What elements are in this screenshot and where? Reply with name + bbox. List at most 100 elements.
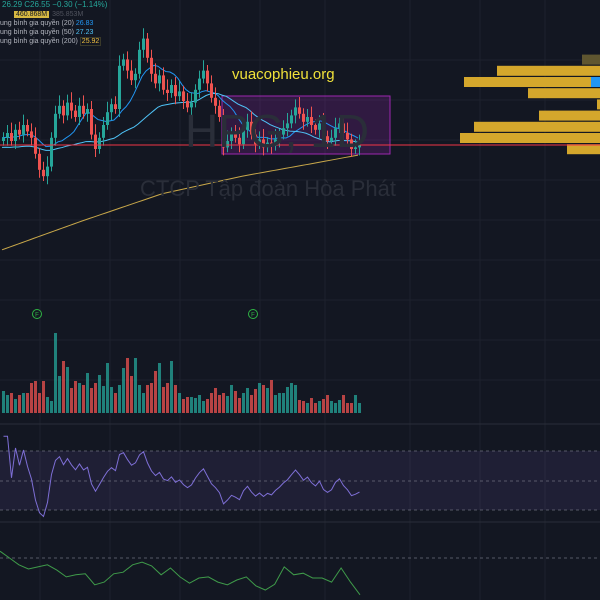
candle-body <box>22 125 25 135</box>
volume-bar <box>194 398 197 413</box>
volume-profile-bar <box>464 77 600 87</box>
volume-bar <box>26 393 29 413</box>
volume-bar <box>70 388 73 413</box>
candle-body <box>70 102 73 111</box>
volume-bar <box>322 399 325 413</box>
brand-text: vuacophieu.org <box>232 66 335 83</box>
candle-body <box>102 125 105 138</box>
volume-bar <box>134 358 137 413</box>
volume-bar <box>338 400 341 413</box>
volume-bar <box>210 393 213 413</box>
volume-bar <box>98 375 101 413</box>
candle-body <box>38 153 41 170</box>
volume-bar <box>242 393 245 413</box>
volume-bar <box>90 388 93 413</box>
volume-bar <box>2 391 5 413</box>
volume-bar <box>298 400 301 413</box>
volume-bar <box>150 383 153 413</box>
volume-bar <box>158 363 161 413</box>
volume-bar <box>310 398 313 413</box>
volume-bar <box>294 385 297 413</box>
chart-root[interactable]: HPG, 1D CTCP Tập đoàn Hòa Phát FF vuacop… <box>0 0 600 600</box>
volume-bar <box>230 385 233 413</box>
volume-profile-bar <box>582 54 600 65</box>
candle-body <box>90 109 93 135</box>
volume-bar <box>146 385 149 413</box>
candle-body <box>86 109 89 114</box>
candle-body <box>98 137 101 149</box>
volume-profile-bar <box>567 144 600 155</box>
candle-body <box>82 105 85 114</box>
ma50-row[interactable]: ung bình gia quyền (50) 27.23 <box>0 28 107 37</box>
volume-bar <box>162 387 165 413</box>
volume-bar <box>10 393 13 413</box>
volume-bar <box>246 388 249 413</box>
volume-bar <box>170 361 173 413</box>
volume-bar <box>342 395 345 413</box>
candle-body <box>154 73 157 84</box>
volume-bar <box>86 373 89 413</box>
candle-body <box>130 70 133 81</box>
candle-body <box>194 89 197 103</box>
volume-bar <box>74 381 77 413</box>
volume-bar <box>38 393 41 413</box>
volume-bar <box>106 363 109 413</box>
candle-body <box>26 125 29 132</box>
volume-bar <box>282 393 285 413</box>
volume-bar <box>250 395 253 413</box>
price-chart[interactable]: FF <box>0 0 600 600</box>
candle-body <box>126 59 129 71</box>
volume-bar <box>34 381 37 413</box>
volume-bar <box>190 397 193 413</box>
volume-bar <box>202 401 205 413</box>
volume-row: 460.868M 385.853M <box>0 10 107 19</box>
volume-bar <box>278 393 281 413</box>
candle-body <box>206 70 209 84</box>
volume-bar <box>126 358 129 413</box>
volume-bar <box>142 393 145 413</box>
change-text: −0.30 (−1.14%) <box>52 0 108 9</box>
volume-bar <box>42 381 45 413</box>
volume-ma: 385.853M <box>52 11 84 18</box>
volume-bar <box>22 393 25 413</box>
volume-profile-bar <box>460 133 600 143</box>
volume-bar <box>358 403 361 413</box>
volume-profile-marker <box>591 77 600 87</box>
volume-bar <box>266 388 269 413</box>
volume-bar <box>46 397 49 413</box>
candle-body <box>166 89 169 93</box>
rsi-band <box>0 451 600 510</box>
symbol-watermark: HPG, 1D <box>185 105 370 157</box>
ma20-value: 26.83 <box>75 20 94 27</box>
candle-body <box>162 75 165 90</box>
ma50-label: ung bình gia quyền (50) <box>0 29 74 36</box>
volume-bar <box>130 376 133 413</box>
volume-bar <box>238 398 241 413</box>
volume-bar <box>174 385 177 413</box>
candle-body <box>2 137 5 141</box>
ohlc-text: 26.29 <box>2 0 23 9</box>
candle-body <box>142 38 145 50</box>
candle-body <box>66 102 69 116</box>
volume-profile-bar <box>497 65 600 76</box>
candle-body <box>118 65 121 109</box>
volume-bar <box>198 395 201 413</box>
candle-body <box>54 113 57 138</box>
legend: 26.29 C26.55 −0.30 (−1.14%) 460.868M 385.… <box>0 0 108 46</box>
volume-bar <box>350 403 353 413</box>
volume-bar <box>206 399 209 413</box>
candle-body <box>14 129 17 141</box>
ma200-row[interactable]: ung bình gia quyền (200) 25.92 <box>0 37 107 46</box>
ma20-row[interactable]: ung bình gia quyền (20) 26.83 <box>0 19 107 28</box>
volume-bar <box>122 368 125 413</box>
candle-body <box>114 104 117 109</box>
candle-body <box>106 112 109 125</box>
ma200-label: ung bình gia quyền (200) <box>0 38 78 45</box>
candle-body <box>198 78 201 90</box>
candle-body <box>78 105 81 117</box>
candle-body <box>202 70 205 79</box>
candle-body <box>18 129 21 135</box>
event-marker-label: F <box>35 313 39 319</box>
volume-bar <box>346 403 349 413</box>
ohlc-row: 26.29 C26.55 −0.30 (−1.14%) <box>0 0 108 10</box>
